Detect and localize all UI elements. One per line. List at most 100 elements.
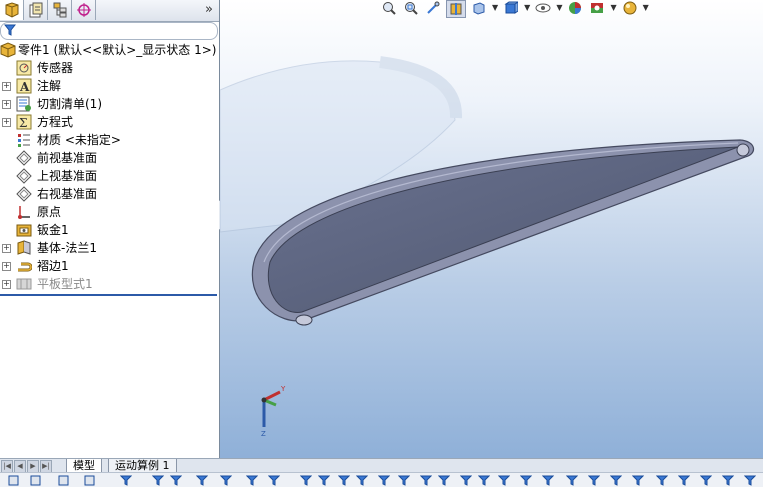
- tree-item-sensors[interactable]: 传感器: [0, 59, 219, 77]
- part-icon: [0, 42, 16, 58]
- expand-plus-icon[interactable]: +: [2, 280, 11, 289]
- plane-icon: [16, 150, 32, 166]
- tree-item-origin[interactable]: 原点: [0, 203, 219, 221]
- selection-filter-icon[interactable]: [520, 475, 532, 486]
- coordinate-triad: Y Z: [261, 385, 286, 438]
- feature-manager-panel: » 零件1 (默认<<默认>_显示状态 1>) 传感器 + A 注解 + 切割清…: [0, 0, 220, 458]
- selection-filter-icon[interactable]: [318, 475, 330, 486]
- selection-filter-icon[interactable]: [338, 475, 350, 486]
- feature-manager-icon[interactable]: [0, 0, 24, 20]
- material-icon: [18, 134, 30, 147]
- expand-plus-icon[interactable]: +: [2, 118, 11, 127]
- expand-arrows-icon[interactable]: »: [205, 2, 213, 17]
- selection-filter-icon[interactable]: [610, 475, 622, 486]
- plane-icon: [16, 186, 32, 202]
- selection-filter-icon[interactable]: [498, 475, 510, 486]
- base-flange-icon: [17, 240, 31, 255]
- hem-icon: [18, 262, 32, 272]
- selection-filter-icon[interactable]: [744, 475, 756, 486]
- tree-item-sheet-metal[interactable]: 钣金1: [0, 221, 219, 239]
- expand-plus-icon[interactable]: +: [2, 262, 11, 271]
- tree-root-part[interactable]: 零件1 (默认<<默认>_显示状态 1>): [0, 41, 219, 59]
- selection-filter-icon[interactable]: [700, 475, 712, 486]
- rollback-bar[interactable]: [0, 294, 217, 296]
- selection-filter-icon[interactable]: [542, 475, 554, 486]
- expand-plus-icon[interactable]: +: [2, 244, 11, 253]
- selection-filter-icon[interactable]: [378, 475, 390, 486]
- origin-icon: [18, 206, 30, 219]
- tree-item-label: 原点: [37, 205, 62, 219]
- selection-filter-icon[interactable]: [196, 475, 208, 486]
- tab-motion-study[interactable]: 运动算例 1: [108, 459, 177, 473]
- bottom-toolbar: [0, 472, 763, 487]
- toolbar-tool-icon[interactable]: [58, 475, 70, 486]
- bottom-tab-bar: |◀ ◀ ▶ ▶| 模型 运动算例 1: [0, 458, 763, 473]
- tree-item-label: 上视基准面: [37, 169, 98, 183]
- configuration-manager-icon[interactable]: [48, 0, 72, 20]
- graphics-viewport[interactable]: ▼ ▼ ▼ ▼ ▼ Y Z: [220, 0, 763, 458]
- tree-item-label: 褶边1: [37, 259, 69, 273]
- toolbar-tool-icon[interactable]: [84, 475, 96, 486]
- selection-filter-icon[interactable]: [398, 475, 410, 486]
- tree-item-label: 方程式: [37, 115, 74, 129]
- triad-z-label: Z: [261, 430, 266, 438]
- tree-item-right-plane[interactable]: 右视基准面: [0, 185, 219, 203]
- selection-filter-icon[interactable]: [632, 475, 644, 486]
- tree-item-label: 材质 <未指定>: [37, 133, 121, 147]
- tree-item-material[interactable]: 材质 <未指定>: [0, 131, 219, 149]
- annotation-icon: A: [16, 78, 32, 94]
- selection-filter-icon[interactable]: [268, 475, 280, 486]
- selection-filter-icon[interactable]: [152, 475, 164, 486]
- selection-filter-icon[interactable]: [656, 475, 668, 486]
- selection-filter-icon[interactable]: [220, 475, 232, 486]
- triad-y-label: Y: [280, 385, 286, 393]
- toolbar-tool-icon[interactable]: [30, 475, 42, 486]
- tree-item-label: 前视基准面: [37, 151, 98, 165]
- expand-plus-icon[interactable]: +: [2, 82, 11, 91]
- selection-filter-icon[interactable]: [420, 475, 432, 486]
- selection-filter-icon[interactable]: [678, 475, 690, 486]
- tree-item-equations[interactable]: + Σ 方程式: [0, 113, 219, 131]
- manager-tabs: »: [0, 0, 219, 22]
- selection-filter-icon[interactable]: [300, 475, 312, 486]
- flat-pattern-icon: [16, 278, 32, 290]
- selection-filter-icon[interactable]: [438, 475, 450, 486]
- tree-item-label: 注解: [37, 79, 62, 93]
- tree-item-hem[interactable]: + 褶边1: [0, 257, 219, 275]
- equation-icon: Σ: [16, 114, 32, 130]
- tree-item-cut-list[interactable]: + 切割清单(1): [0, 95, 219, 113]
- tree-item-label: 平板型式1: [37, 277, 93, 291]
- selection-filter-icon[interactable]: [478, 475, 490, 486]
- tree-item-label: 传感器: [37, 61, 74, 75]
- selection-filter-icon[interactable]: [588, 475, 600, 486]
- feature-tree: 零件1 (默认<<默认>_显示状态 1>) 传感器 + A 注解 + 切割清单(…: [0, 41, 219, 293]
- selection-filter-icon[interactable]: [722, 475, 734, 486]
- tree-item-front-plane[interactable]: 前视基准面: [0, 149, 219, 167]
- svg-text:Σ: Σ: [19, 116, 27, 130]
- feature-filter-input[interactable]: [0, 22, 218, 40]
- filter-icon: [4, 24, 16, 36]
- selection-filter-icon[interactable]: [356, 475, 368, 486]
- selection-filter-icon[interactable]: [246, 475, 258, 486]
- svg-text:A: A: [19, 80, 30, 94]
- tree-item-annotations[interactable]: + A 注解: [0, 77, 219, 95]
- selection-filter-icon[interactable]: [566, 475, 578, 486]
- tree-root-label: 零件1 (默认<<默认>_显示状态 1>): [18, 43, 217, 57]
- tree-item-label: 切割清单(1): [37, 97, 102, 111]
- tree-item-flat-pattern[interactable]: + 平板型式1: [0, 275, 219, 293]
- tree-item-label: 基体-法兰1: [37, 241, 97, 255]
- selection-filter-icon[interactable]: [460, 475, 472, 486]
- tree-item-label: 右视基准面: [37, 187, 98, 201]
- tree-item-top-plane[interactable]: 上视基准面: [0, 167, 219, 185]
- toolbar-tool-icon[interactable]: [8, 475, 20, 486]
- model-graphics: Y Z: [220, 56, 754, 438]
- expand-plus-icon[interactable]: +: [2, 100, 11, 109]
- selection-filter-icon[interactable]: [170, 475, 182, 486]
- tree-item-label: 钣金1: [37, 223, 69, 237]
- selection-filter-icon[interactable]: [120, 475, 132, 486]
- sensor-icon: [16, 60, 32, 76]
- tab-model[interactable]: 模型: [66, 459, 102, 473]
- dimxpert-manager-icon[interactable]: [72, 0, 96, 20]
- tree-item-base-flange[interactable]: + 基体-法兰1: [0, 239, 219, 257]
- property-manager-icon[interactable]: [24, 0, 48, 20]
